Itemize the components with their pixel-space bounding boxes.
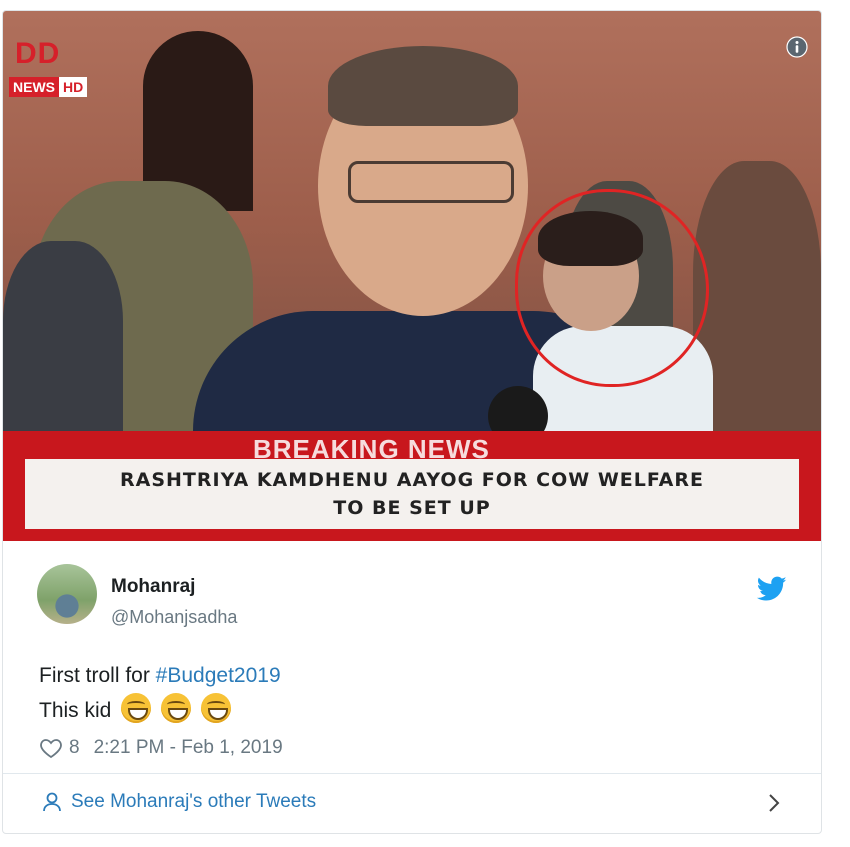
author-handle[interactable]: @Mohanjsadha (111, 607, 237, 628)
tweet-text-line-2: This kid (39, 693, 281, 728)
grinning-face-emoji-icon (121, 693, 152, 723)
speaker-glasses (348, 161, 514, 203)
channel-logo: DD (15, 37, 61, 70)
tweet-text-body: This kid (39, 699, 112, 722)
speaker-hair (328, 46, 518, 126)
channel-news-label: NEWS (9, 77, 59, 97)
tweet-timestamp[interactable]: 2:21 PM - Feb 1, 2019 (94, 737, 283, 759)
info-icon[interactable] (786, 36, 808, 58)
red-circle-annotation (515, 189, 709, 387)
channel-sub-logo: NEWS HD (9, 77, 88, 97)
ticker-line-1: RASHTRIYA KAMDHENU AAYOG FOR COW WELFARE (119, 469, 704, 491)
embedded-tweet-card[interactable]: DD NEWS HD BREAKING NEWS RASHTRIYA KAMDH… (2, 10, 822, 834)
like-count[interactable]: 8 (69, 737, 80, 759)
see-other-tweets-link[interactable]: See Mohanraj's other Tweets (41, 791, 316, 813)
tweet-media-image[interactable]: DD NEWS HD BREAKING NEWS RASHTRIYA KAMDH… (3, 11, 821, 541)
card-divider (3, 773, 821, 774)
hashtag-link[interactable]: #Budget2019 (156, 664, 281, 687)
tweet-text-prefix: First troll for (39, 664, 156, 687)
author-avatar[interactable] (37, 564, 97, 624)
heart-icon[interactable] (39, 737, 63, 759)
author-name[interactable]: Mohanraj (111, 576, 195, 598)
grinning-face-emoji-icon (161, 693, 192, 723)
tweet-meta: 8 2:21 PM - Feb 1, 2019 (39, 737, 283, 759)
tweet-text: First troll for #Budget2019 This kid (39, 659, 281, 728)
tweet-text-line-1: First troll for #Budget2019 (39, 659, 281, 693)
twitter-bird-icon[interactable] (757, 576, 787, 602)
see-other-tweets-label[interactable]: See Mohanraj's other Tweets (71, 791, 316, 813)
news-ticker: RASHTRIYA KAMDHENU AAYOG FOR COW WELFARE… (25, 459, 799, 529)
person-icon (43, 792, 61, 812)
channel-hd-label: HD (59, 77, 88, 97)
background-person (3, 241, 123, 441)
ticker-line-2: TO BE SET UP (333, 497, 491, 519)
chevron-right-icon[interactable] (765, 792, 783, 814)
grinning-face-emoji-icon (200, 693, 231, 723)
